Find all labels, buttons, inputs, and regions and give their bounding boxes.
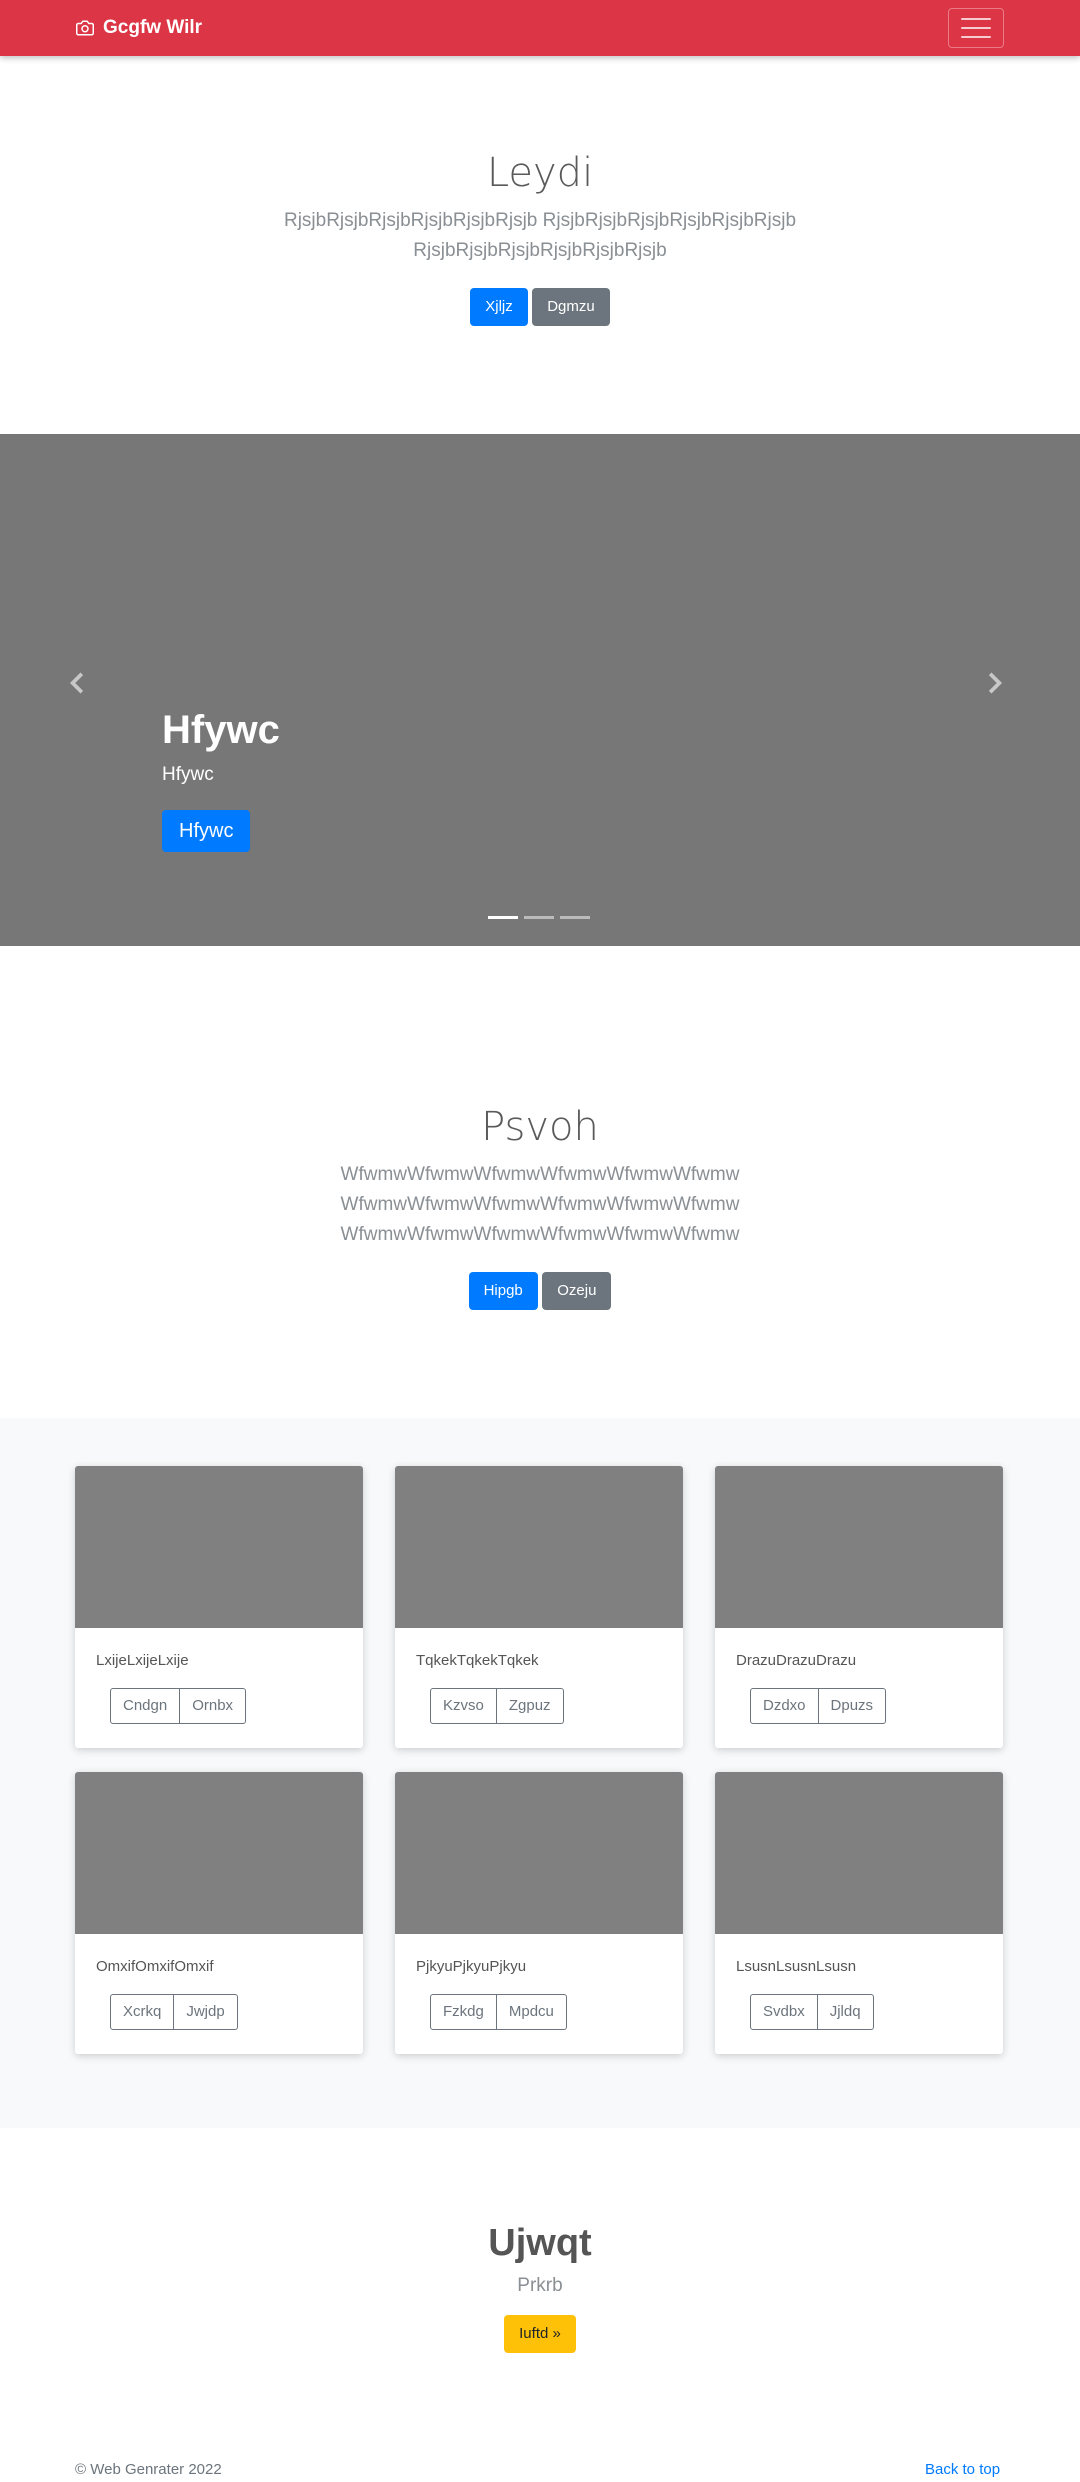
hamburger-icon-bar bbox=[961, 27, 991, 29]
card-button-2[interactable]: Jwjdp bbox=[174, 1994, 238, 2030]
card-text: OmxifOmxifOmxif bbox=[96, 1958, 214, 1975]
navbar-toggler-button[interactable] bbox=[948, 8, 1004, 48]
album-card: LxijeLxijeLxije Cndgn Ornbx bbox=[75, 1466, 363, 1748]
cta-button[interactable]: Iuftd » bbox=[504, 2315, 576, 2353]
feature-lead-line-1: WfwmwWfwmwWfwmwWfwmwWfwmwWfwmw bbox=[340, 1164, 740, 1185]
chevron-left-icon bbox=[70, 672, 84, 694]
card-button-1[interactable]: Dzdxo bbox=[750, 1688, 819, 1724]
card-thumbnail bbox=[395, 1466, 683, 1628]
feature-primary-button[interactable]: Hipgb bbox=[468, 1272, 538, 1310]
navbar: Gcgfw Wilr bbox=[0, 0, 1080, 56]
card-button-2[interactable]: Dpuzs bbox=[818, 1688, 887, 1724]
card-button-2[interactable]: Zgpuz bbox=[496, 1688, 564, 1724]
cta-title: Ujwqt bbox=[488, 2222, 592, 2264]
card-button-1[interactable]: Kzvso bbox=[430, 1688, 497, 1724]
card-button-group: Svdbx Jjldq bbox=[750, 1994, 874, 2030]
hamburger-icon bbox=[961, 18, 991, 20]
album-card: DrazuDrazuDrazu Dzdxo Dpuzs bbox=[715, 1466, 1003, 1748]
carousel-caption: Hfywc Hfywc Hfywc bbox=[162, 706, 280, 852]
card-button-1[interactable]: Svdbx bbox=[750, 1994, 818, 2030]
chevron-right-icon bbox=[988, 672, 1002, 694]
hero-buttons: Xjljz Dgmzu bbox=[0, 288, 1080, 326]
carousel-indicator[interactable] bbox=[560, 916, 590, 919]
hero-lead-line-2: RjsjbRjsjbRjsjbRjsjbRjsjbRjsjb bbox=[413, 240, 667, 261]
hero-primary-button[interactable]: Xjljz bbox=[470, 288, 528, 326]
feature-buttons: Hipgb Ozeju bbox=[0, 1272, 1080, 1310]
brand-link[interactable]: Gcgfw Wilr bbox=[75, 0, 202, 56]
card-text: LsusnLsusnLsusn bbox=[736, 1958, 857, 1975]
feature-lead-line-2: WfwmwWfwmwWfwmwWfwmwWfwmwWfwmw bbox=[340, 1194, 740, 1215]
card-text: LxijeLxijeLxije bbox=[96, 1652, 189, 1669]
feature-title: Psvoh bbox=[481, 1104, 599, 1150]
card-thumbnail bbox=[75, 1772, 363, 1934]
carousel-caption-button[interactable]: Hfywc bbox=[162, 810, 251, 852]
carousel-indicator[interactable] bbox=[524, 916, 554, 919]
card-thumbnail bbox=[715, 1466, 1003, 1628]
cta-subtitle: Prkrb bbox=[517, 2275, 563, 2296]
card-button-group: Kzvso Zgpuz bbox=[430, 1688, 564, 1724]
card-button-2[interactable]: Ornbx bbox=[180, 1688, 247, 1724]
carousel-next-button[interactable] bbox=[988, 668, 1002, 702]
card-text: TqkekTqkekTqkek bbox=[416, 1652, 539, 1669]
hamburger-icon-bar bbox=[961, 36, 991, 38]
album-card: OmxifOmxifOmxif Xcrkq Jwjdp bbox=[75, 1772, 363, 2054]
album-card: TqkekTqkekTqkek Kzvso Zgpuz bbox=[395, 1466, 683, 1748]
carousel-indicators bbox=[488, 916, 590, 919]
hero-lead-line-1: RjsjbRjsjbRjsjbRjsjbRjsjbRjsjb RjsjbRjsj… bbox=[283, 210, 797, 231]
camera-icon bbox=[76, 20, 94, 36]
card-button-2[interactable]: Jjldq bbox=[817, 1994, 874, 2030]
carousel-caption-title: Hfywc bbox=[162, 708, 280, 752]
card-button-group: Xcrkq Jwjdp bbox=[110, 1994, 238, 2030]
cta-section: Ujwqt Prkrb Iuftd » bbox=[0, 2222, 1080, 2353]
card-button-group: Cndgn Ornbx bbox=[110, 1688, 247, 1724]
card-button-1[interactable]: Fzkdg bbox=[430, 1994, 497, 2030]
card-button-1[interactable]: Cndgn bbox=[110, 1688, 181, 1724]
carousel: Hfywc Hfywc Hfywc bbox=[0, 434, 1080, 946]
card-text: PjkyuPjkyuPjkyu bbox=[416, 1958, 527, 1975]
feature-section: Psvoh WfwmwWfwmwWfwmwWfwmwWfwmwWfwmw Wfw… bbox=[0, 1104, 1080, 1310]
hero-section: Leydi RjsjbRjsjbRjsjbRjsjbRjsjbRjsjb Rjs… bbox=[0, 150, 1080, 326]
feature-lead-line-3: WfwmwWfwmwWfwmwWfwmwWfwmwWfwmw bbox=[340, 1224, 740, 1245]
carousel-prev-button[interactable] bbox=[70, 668, 84, 702]
card-text: DrazuDrazuDrazu bbox=[736, 1652, 857, 1669]
card-button-group: Fzkdg Mpdcu bbox=[430, 1994, 567, 2030]
album-card: PjkyuPjkyuPjkyu Fzkdg Mpdcu bbox=[395, 1772, 683, 2054]
back-to-top-link[interactable]: Back to top bbox=[925, 2461, 1000, 2478]
card-thumbnail bbox=[395, 1772, 683, 1934]
card-button-2[interactable]: Mpdcu bbox=[496, 1994, 567, 2030]
card-thumbnail bbox=[75, 1466, 363, 1628]
card-button-group: Dzdxo Dpuzs bbox=[750, 1688, 887, 1724]
card-button-1[interactable]: Xcrkq bbox=[110, 1994, 175, 2030]
hero-title: Leydi bbox=[486, 150, 594, 196]
hero-secondary-button[interactable]: Dgmzu bbox=[532, 288, 610, 326]
feature-secondary-button[interactable]: Ozeju bbox=[542, 1272, 612, 1310]
brand-name: Gcgfw Wilr bbox=[103, 17, 203, 38]
album-section: LxijeLxijeLxije Cndgn Ornbx TqkekTqkekTq… bbox=[0, 1418, 1080, 2128]
card-thumbnail bbox=[715, 1772, 1003, 1934]
album-card: LsusnLsusnLsusn Svdbx Jjldq bbox=[715, 1772, 1003, 2054]
carousel-caption-text: Hfywc bbox=[162, 764, 214, 785]
footer-copyright: © Web Genrater 2022 bbox=[75, 2461, 222, 2478]
carousel-indicator[interactable] bbox=[488, 916, 518, 919]
